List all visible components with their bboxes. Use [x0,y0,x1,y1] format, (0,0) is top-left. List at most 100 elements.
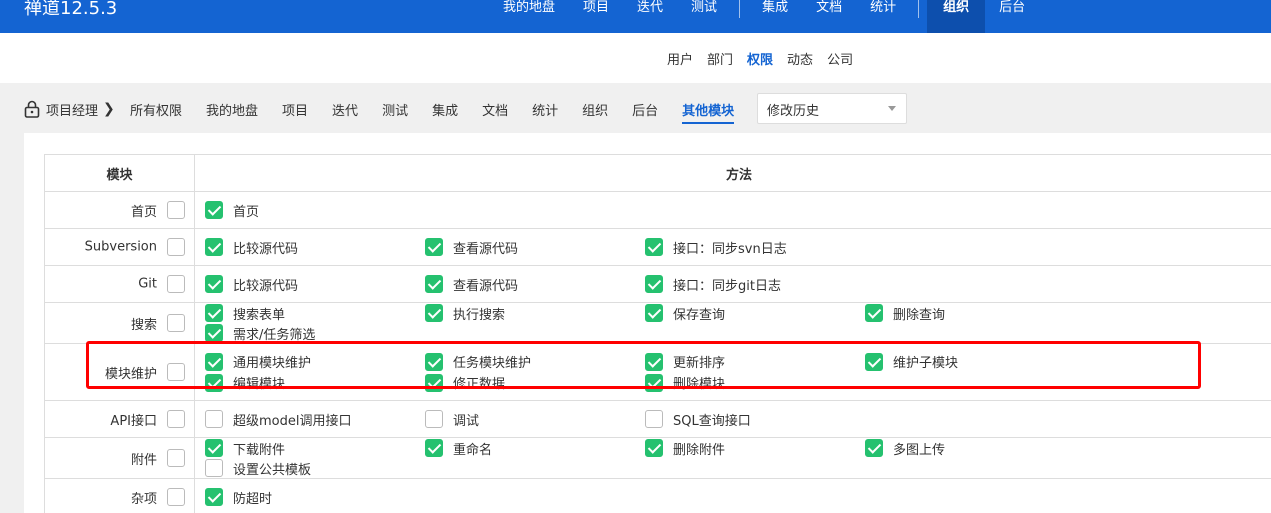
method-option[interactable]: 通用模块维护 [205,351,425,372]
method-checkbox[interactable] [865,439,883,457]
method-checkbox[interactable] [645,304,663,322]
module-checkbox[interactable] [167,314,185,332]
topnav-item-test[interactable]: 测试 [677,0,731,33]
method-checkbox[interactable] [645,410,663,428]
tab-all[interactable]: 所有权限 [118,100,194,124]
tab-test[interactable]: 测试 [370,100,420,124]
module-checkbox[interactable] [167,275,185,293]
method-option[interactable]: 更新排序 [645,351,865,372]
topnav-item-project[interactable]: 项目 [569,0,623,33]
method-checkbox[interactable] [205,488,223,506]
module-checkbox[interactable] [167,201,185,219]
method-option[interactable]: 查看源代码 [425,274,645,294]
method-checkbox[interactable] [645,275,663,293]
method-label: 删除查询 [893,307,946,323]
method-checkbox[interactable] [205,459,223,477]
method-option[interactable]: 接口：同步git日志 [645,274,865,294]
method-option[interactable]: 多图上传 [865,438,1085,458]
method-checkbox[interactable] [645,238,663,256]
method-option[interactable]: 删除查询 [865,303,1085,323]
methods-grid: 比较源代码 查看源代码 接口：同步git日志 [205,274,1271,294]
method-option[interactable]: 设置公共模板 [205,458,425,478]
method-option[interactable]: 删除模块 [645,372,865,393]
method-option[interactable]: 下载附件 [205,438,425,458]
methods-grid: 比较源代码 查看源代码 接口：同步svn日志 [205,237,1271,257]
subnav-item-dynamic[interactable]: 动态 [780,49,820,68]
subnav-item-privilege[interactable]: 权限 [740,49,780,68]
method-option[interactable]: 需求/任务筛选 [205,323,425,343]
method-option[interactable]: 任务模块维护 [425,351,645,372]
tab-admin[interactable]: 后台 [620,100,670,124]
method-checkbox[interactable] [425,352,443,371]
method-label: 多图上传 [893,442,946,458]
method-option[interactable]: 接口：同步svn日志 [645,237,865,257]
method-option[interactable]: 搜索表单 [205,303,425,323]
method-checkbox[interactable] [205,275,223,293]
method-checkbox[interactable] [645,439,663,457]
method-checkbox[interactable] [425,275,443,293]
method-option[interactable]: 保存查询 [645,303,865,323]
method-option[interactable]: 调试 [425,409,645,429]
method-option[interactable]: 维护子模块 [865,351,1085,372]
history-select[interactable]: 修改历史 [757,93,907,124]
method-option[interactable]: 比较源代码 [205,274,425,294]
breadcrumb-group[interactable]: 项目经理 [46,100,98,119]
caret-down-icon [888,106,896,111]
method-option[interactable]: 修正数据 [425,372,645,393]
tab-doc[interactable]: 文档 [470,100,520,124]
method-checkbox[interactable] [205,439,223,457]
method-checkbox[interactable] [425,238,443,256]
tab-iteration[interactable]: 迭代 [320,100,370,124]
method-checkbox[interactable] [205,373,223,392]
topnav-item-org[interactable]: 组织 [927,0,986,33]
method-checkbox[interactable] [205,324,223,342]
tab-ci[interactable]: 集成 [420,100,470,124]
module-checkbox[interactable] [167,410,185,428]
method-option[interactable]: 查看源代码 [425,237,645,257]
method-checkbox[interactable] [205,201,223,219]
method-option[interactable]: 首页 [205,200,425,220]
method-checkbox[interactable] [205,238,223,256]
method-checkbox[interactable] [205,304,223,322]
methods-cell: 通用模块维护 任务模块维护 更新排序 维护子模块编辑模块 修正数据 删除模块 [194,343,1271,401]
module-checkbox[interactable] [167,449,185,467]
tab-project[interactable]: 项目 [270,100,320,124]
module-checkbox[interactable] [167,238,185,256]
method-option[interactable]: SQL查询接口 [645,409,865,429]
table-row: 附件 下载附件 重命名 删除附件 多图上传 设置公共模板 [44,437,1271,479]
method-option[interactable]: 防超时 [205,487,425,507]
method-checkbox[interactable] [865,352,883,371]
topnav-item-doc[interactable]: 文档 [802,0,856,33]
method-checkbox[interactable] [425,304,443,322]
topnav-item-ci[interactable]: 集成 [748,0,802,33]
module-checkbox[interactable] [167,488,185,506]
method-checkbox[interactable] [865,304,883,322]
topnav-item-report[interactable]: 统计 [856,0,910,33]
method-option[interactable]: 比较源代码 [205,237,425,257]
tab-my[interactable]: 我的地盘 [194,100,270,124]
method-checkbox[interactable] [205,410,223,428]
method-checkbox[interactable] [205,352,223,371]
subnav-item-dept[interactable]: 部门 [700,49,740,68]
tab-other[interactable]: 其他模块 [670,100,746,124]
topnav-item-iteration[interactable]: 迭代 [623,0,677,33]
subnav-item-company[interactable]: 公司 [820,49,860,68]
method-option[interactable]: 编辑模块 [205,372,425,393]
method-checkbox[interactable] [425,373,443,392]
subnav-item-user[interactable]: 用户 [660,49,700,68]
topnav-item-my[interactable]: 我的地盘 [489,0,569,33]
method-option[interactable]: 执行搜索 [425,303,645,323]
method-option[interactable]: 超级model调用接口 [205,409,425,429]
module-cell: API接口 [44,400,195,438]
method-checkbox[interactable] [645,373,663,392]
method-checkbox[interactable] [425,410,443,428]
method-option[interactable]: 重命名 [425,438,645,458]
method-checkbox[interactable] [425,439,443,457]
method-checkbox[interactable] [645,352,663,371]
tab-report[interactable]: 统计 [520,100,570,124]
method-label: 搜索表单 [233,307,286,323]
module-checkbox[interactable] [167,363,185,381]
method-option[interactable]: 删除附件 [645,438,865,458]
tab-org[interactable]: 组织 [570,100,620,124]
topnav-item-admin[interactable]: 后台 [985,0,1039,33]
